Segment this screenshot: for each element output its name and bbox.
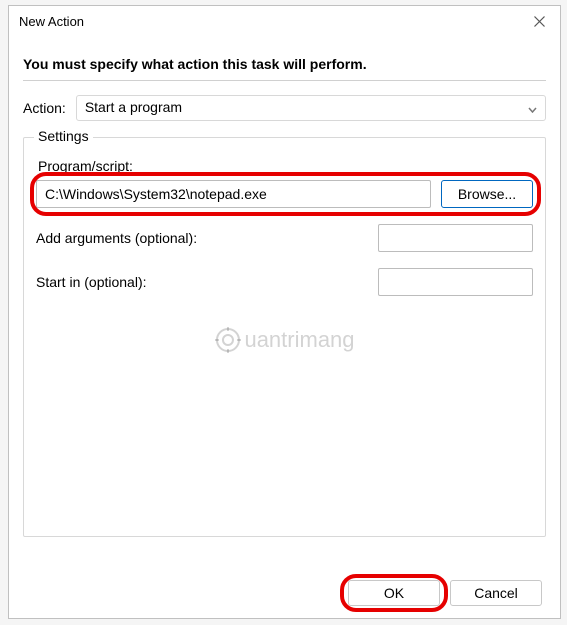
browse-button[interactable]: Browse... bbox=[441, 180, 533, 208]
add-arguments-label: Add arguments (optional): bbox=[36, 230, 197, 246]
divider bbox=[23, 80, 546, 81]
cancel-button[interactable]: Cancel bbox=[450, 580, 542, 606]
program-script-input[interactable] bbox=[36, 180, 431, 208]
action-label: Action: bbox=[23, 100, 66, 116]
chevron-down-icon bbox=[528, 100, 537, 116]
watermark-text: uantrimang bbox=[244, 327, 354, 353]
settings-group: Settings Program/script: Browse... Add a… bbox=[23, 137, 546, 537]
action-dropdown[interactable]: Start a program bbox=[76, 95, 546, 121]
watermark-logo-icon bbox=[214, 327, 240, 353]
browse-button-label: Browse... bbox=[458, 186, 516, 202]
dialog-content: You must specify what action this task w… bbox=[9, 36, 560, 618]
ok-button-label: OK bbox=[384, 585, 404, 601]
add-arguments-input[interactable] bbox=[378, 224, 533, 252]
action-dropdown-value: Start a program bbox=[85, 99, 182, 115]
add-arguments-row: Add arguments (optional): bbox=[36, 224, 533, 252]
ok-button[interactable]: OK bbox=[348, 580, 440, 606]
program-script-row: Browse... bbox=[36, 180, 533, 208]
cancel-button-label: Cancel bbox=[474, 585, 518, 601]
program-script-label: Program/script: bbox=[38, 158, 533, 174]
start-in-label: Start in (optional): bbox=[36, 274, 147, 290]
start-in-input[interactable] bbox=[378, 268, 533, 296]
ok-button-wrap: OK bbox=[348, 580, 440, 606]
instruction-text: You must specify what action this task w… bbox=[23, 56, 546, 72]
window-title: New Action bbox=[19, 14, 526, 29]
close-icon bbox=[534, 16, 545, 27]
start-in-row: Start in (optional): bbox=[36, 268, 533, 296]
settings-legend: Settings bbox=[34, 128, 93, 144]
dialog-buttons: OK Cancel bbox=[23, 570, 546, 606]
close-button[interactable] bbox=[526, 8, 552, 34]
new-action-dialog: New Action You must specify what action … bbox=[8, 5, 561, 619]
action-row: Action: Start a program bbox=[23, 95, 546, 121]
titlebar: New Action bbox=[9, 6, 560, 36]
watermark: uantrimang bbox=[214, 327, 354, 353]
